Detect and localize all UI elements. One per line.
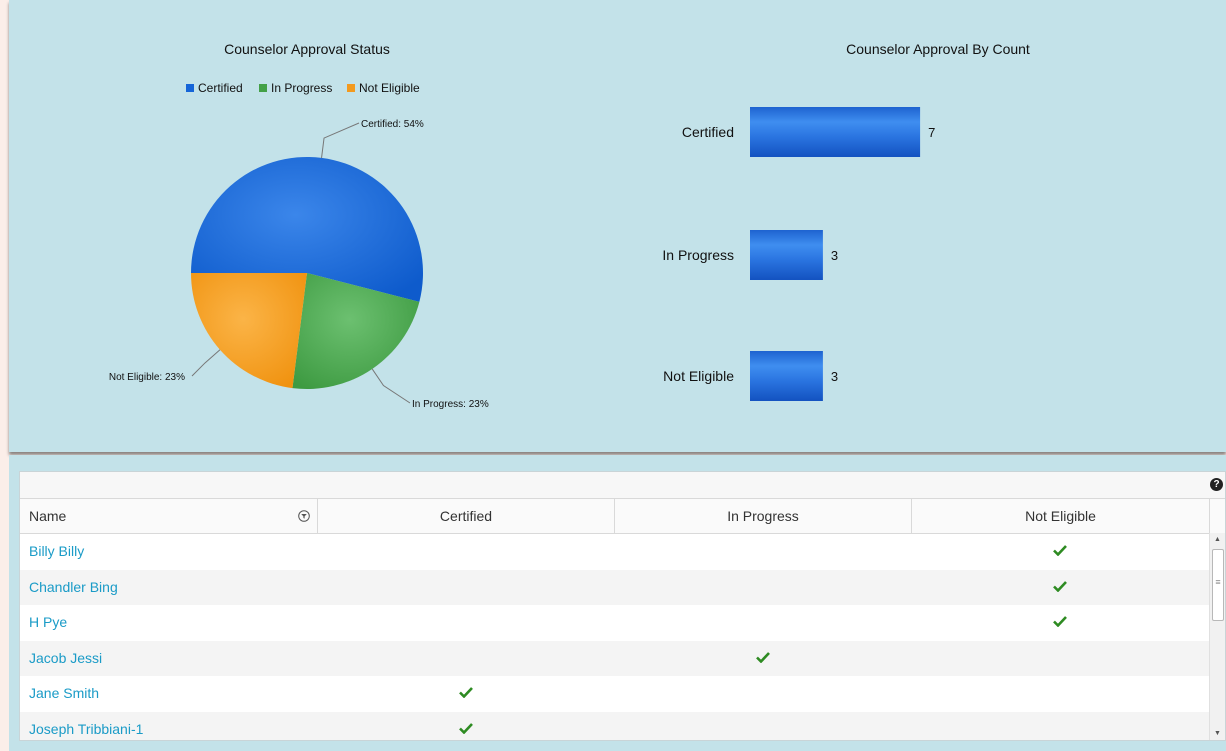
bar-chart-title: Counselor Approval By Count xyxy=(846,41,1030,57)
pie-slice-not-eligible[interactable] xyxy=(191,273,307,389)
table-row: Billy Billy xyxy=(20,534,1210,570)
scroll-grip-icon: ≡ xyxy=(1215,577,1221,587)
grid-panel: ? Name Certified In Progress Not Eligibl… xyxy=(9,455,1226,751)
bar-value-label: 3 xyxy=(831,248,838,263)
pie-data-label: Certified: 54% xyxy=(361,119,424,130)
checkmark-icon xyxy=(459,687,473,698)
table-row: Jane Smith xyxy=(20,676,1210,712)
checkmark-icon xyxy=(1053,616,1067,627)
column-header-name[interactable]: Name xyxy=(20,499,318,533)
bar-category-label: In Progress xyxy=(662,247,734,263)
pie-leader-line xyxy=(191,349,221,377)
checkmark-icon xyxy=(756,651,770,663)
grid-body: Billy Billy Chandler Bing H Pye Jacob Je… xyxy=(20,534,1225,741)
legend-swatch xyxy=(259,84,267,92)
table-row: Chandler Bing xyxy=(20,569,1210,606)
table-row: Jacob Jessi xyxy=(20,640,1210,677)
table-row: H Pye xyxy=(20,605,1210,641)
counselor-name-link[interactable]: Jane Smith xyxy=(29,676,99,712)
pie-data-label: Not Eligible: 23% xyxy=(109,372,185,383)
pie-leader-line xyxy=(371,368,411,404)
legend-label[interactable]: Not Eligible xyxy=(359,81,420,95)
bar-certified[interactable] xyxy=(750,107,921,157)
grid-header: Name Certified In Progress Not Eligible xyxy=(20,499,1225,534)
bar-in-progress[interactable] xyxy=(750,230,823,280)
pie-leader-line xyxy=(321,122,360,158)
charts-area: Counselor Approval Status Certified In Pro… xyxy=(109,41,1030,410)
bar-chart: Counselor Approval By Count Certified 7 In … xyxy=(662,41,1030,401)
bar-not-eligible[interactable] xyxy=(750,351,823,401)
pie-data-label: In Progress: 23% xyxy=(412,399,489,410)
column-header-certified[interactable]: Certified xyxy=(318,499,615,533)
bar-category-label: Certified xyxy=(682,124,734,140)
scroll-up-arrow-icon[interactable]: ▲ xyxy=(1210,533,1225,547)
pie-chart-title: Counselor Approval Status xyxy=(224,41,390,57)
counselor-grid: ? Name Certified In Progress Not Eligibl… xyxy=(19,471,1226,741)
counselor-name-link[interactable]: Joseph Tribbiani-1 xyxy=(29,712,143,741)
counselor-name-link[interactable]: Chandler Bing xyxy=(29,570,118,606)
legend-label[interactable]: In Progress xyxy=(271,81,332,95)
legend-swatch xyxy=(347,84,355,92)
checkmark-icon xyxy=(1053,545,1067,556)
counselor-name-link[interactable]: Billy Billy xyxy=(29,534,84,570)
pie-chart: Counselor Approval Status Certified In Pro… xyxy=(109,41,489,410)
scroll-down-arrow-icon[interactable]: ▼ xyxy=(1210,727,1225,740)
checkmark-icon xyxy=(1053,580,1067,592)
bar-value-label: 3 xyxy=(831,369,838,384)
table-row: Joseph Tribbiani-1 xyxy=(20,711,1210,741)
column-header-name-label: Name xyxy=(29,508,67,524)
scroll-thumb[interactable]: ≡ xyxy=(1212,549,1224,621)
column-header-not-eligible[interactable]: Not Eligible xyxy=(912,499,1210,533)
counselor-name-link[interactable]: Jacob Jessi xyxy=(29,641,102,677)
bar-category-label: Not Eligible xyxy=(663,368,734,384)
filter-icon[interactable] xyxy=(298,510,310,522)
vertical-scrollbar[interactable]: ▲ ≡ ▼ xyxy=(1209,533,1225,740)
chart-panel: Counselor Approval Status Certified In Pro… xyxy=(9,0,1226,452)
grid-toolbar: ? xyxy=(20,472,1225,499)
checkmark-icon xyxy=(459,722,473,734)
legend-swatch xyxy=(186,84,194,92)
counselor-name-link[interactable]: H Pye xyxy=(29,605,67,641)
bar-value-label: 7 xyxy=(928,125,935,140)
column-header-in-progress[interactable]: In Progress xyxy=(615,499,912,533)
help-icon[interactable]: ? xyxy=(1210,478,1223,491)
legend-label[interactable]: Certified xyxy=(198,81,243,95)
